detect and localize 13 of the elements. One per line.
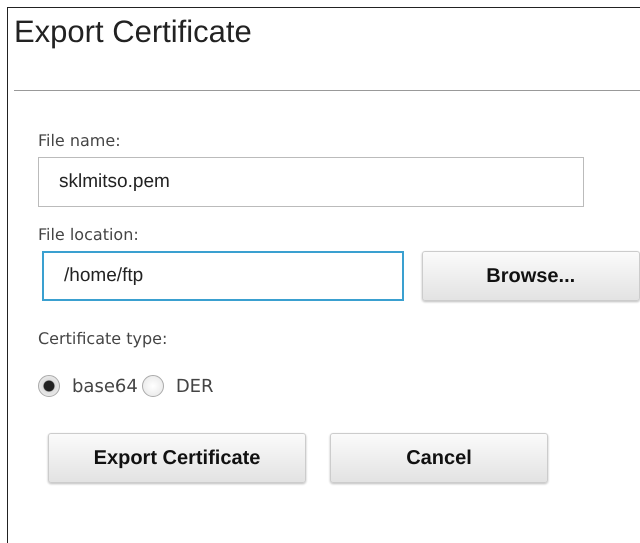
input-field[interactable]: /home/ftp <box>42 251 404 301</box>
browse-button[interactable]: Browse... <box>422 251 640 301</box>
dialog-button[interactable]: Cancel <box>330 433 548 483</box>
radio-button[interactable] <box>142 375 164 397</box>
field-label: File name: <box>38 131 122 151</box>
field-label: File location: <box>38 225 140 245</box>
dialog-button[interactable]: Export Certificate <box>48 433 306 483</box>
radio-button[interactable] <box>38 375 60 397</box>
field-label: Certificate type: <box>38 329 168 349</box>
input-field[interactable]: sklmitso.pem <box>38 157 584 207</box>
radio-label[interactable]: base64 <box>72 376 138 396</box>
radio-label[interactable]: DER <box>176 376 214 396</box>
dialog-title: Export Certificate <box>14 13 252 51</box>
